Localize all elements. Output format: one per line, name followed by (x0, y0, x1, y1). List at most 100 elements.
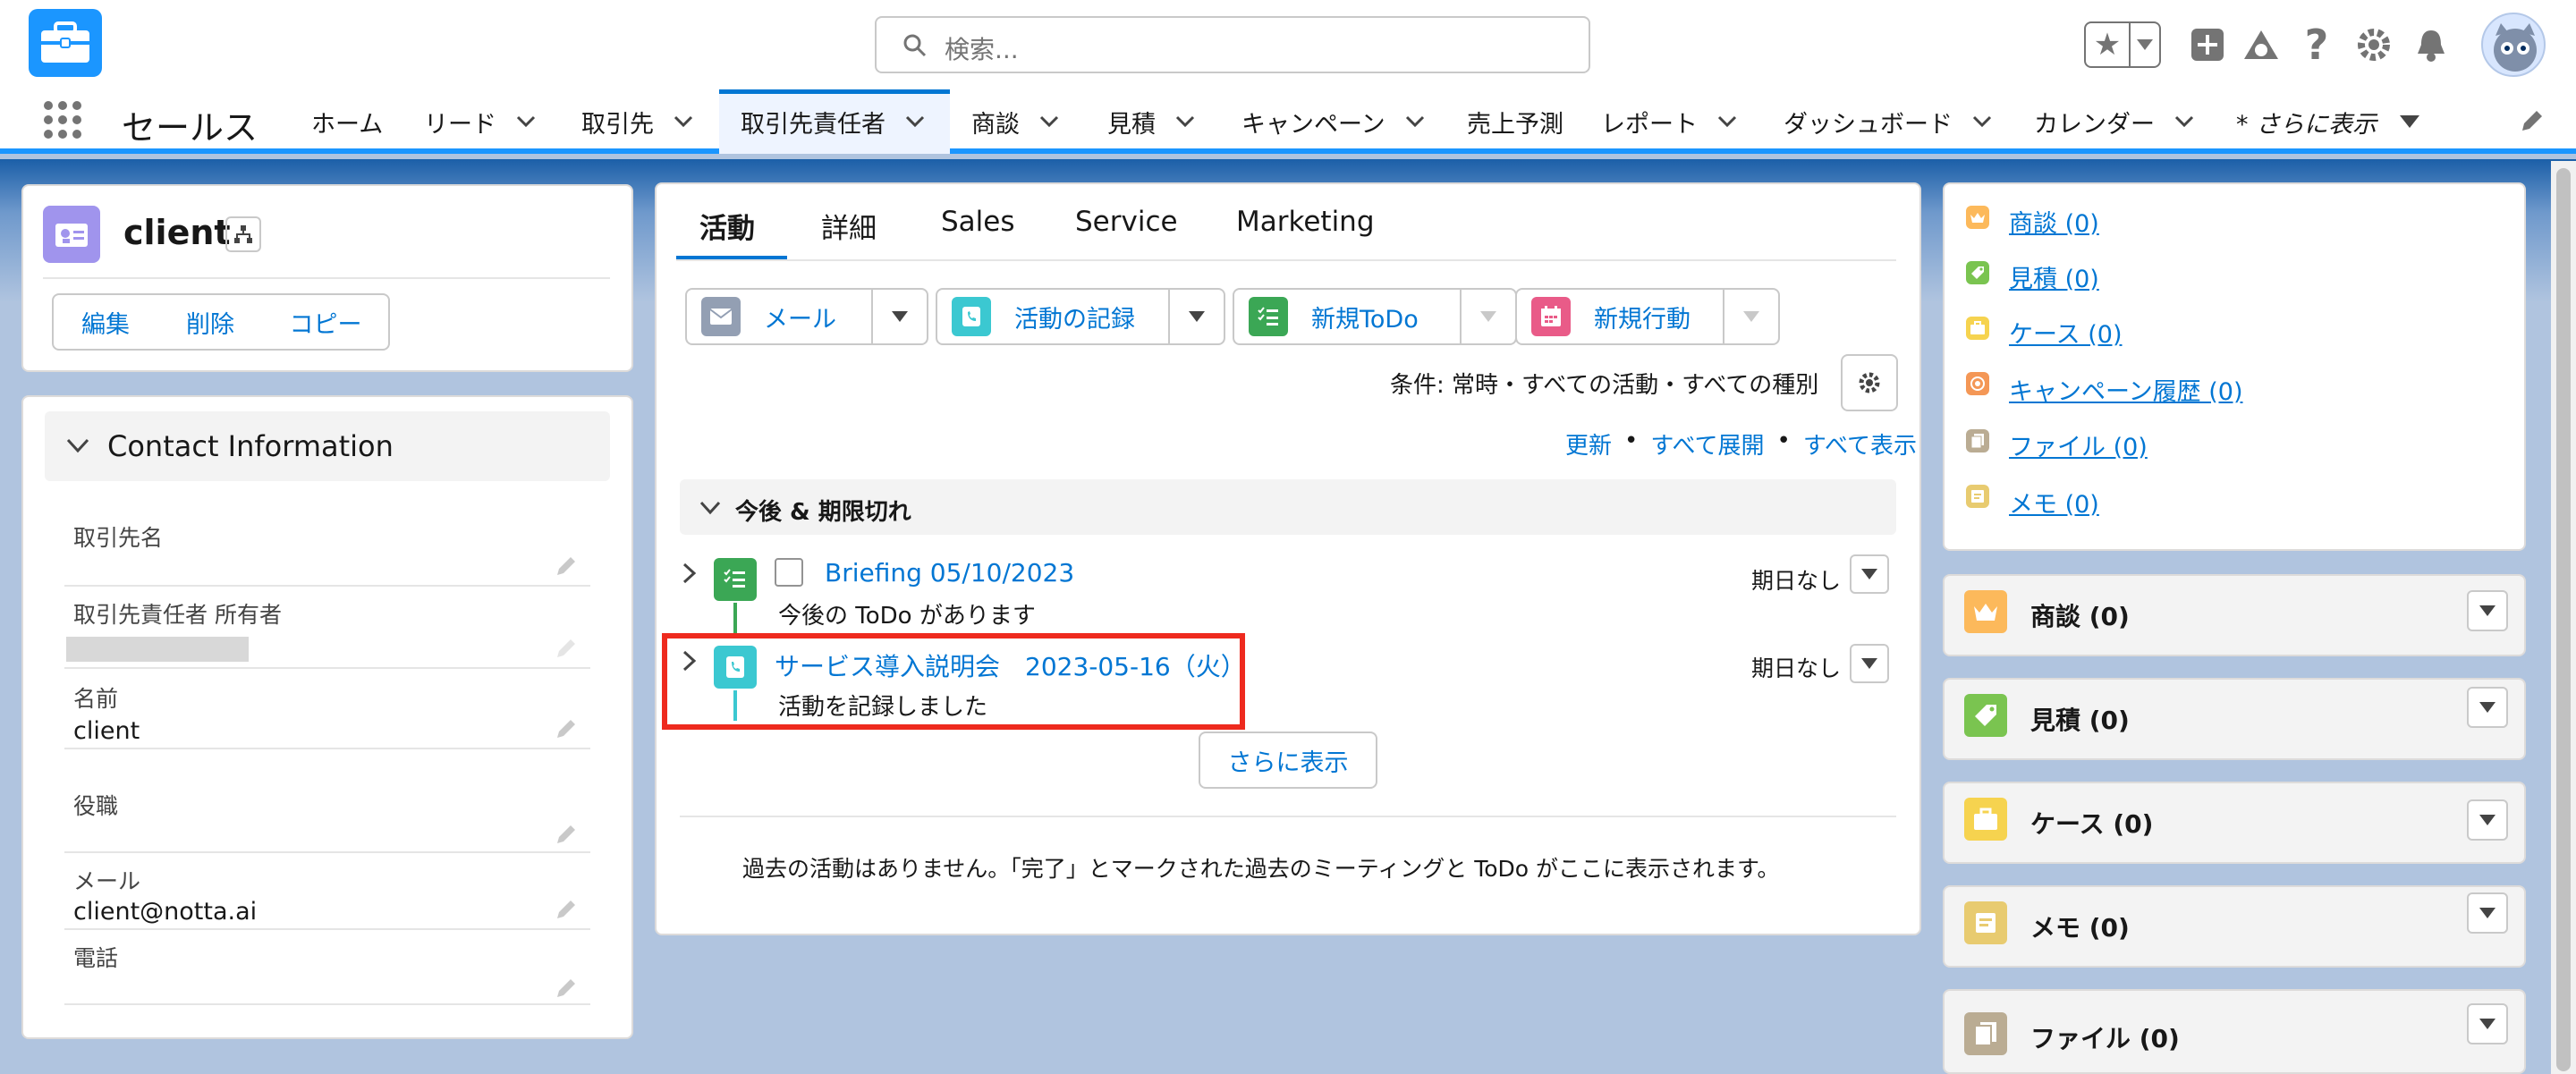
refresh-link[interactable]: 更新 (1565, 427, 1612, 461)
field-divider (64, 667, 590, 669)
delete-button[interactable]: 削除 (157, 293, 265, 351)
chevron-down-icon[interactable] (1717, 115, 1737, 128)
email-action-dropdown[interactable] (871, 290, 927, 343)
expand-chevron-icon[interactable] (682, 649, 698, 672)
log-call-action-button[interactable]: 活動の記録 (936, 288, 1225, 345)
tab-marketing[interactable]: Marketing (1236, 206, 1375, 238)
global-search-input[interactable]: 検索... (875, 16, 1590, 73)
timeline-item-title[interactable]: サービス導入説明会 2023-05-16（火） (775, 647, 1246, 683)
add-icon[interactable] (2182, 20, 2233, 70)
email-action-button[interactable]: メール (685, 288, 928, 345)
nav-item-label: ホーム (311, 110, 384, 139)
nav-more-menu[interactable]: * さらに表示 (2236, 89, 2420, 154)
search-placeholder: 検索... (945, 35, 1019, 64)
related-link-notes[interactable]: メモ (0) (2009, 485, 2099, 520)
related-list-menu[interactable] (2467, 892, 2508, 934)
new-task-action-button[interactable]: 新規ToDo (1233, 288, 1517, 345)
related-link-opportunities[interactable]: 商談 (0) (2009, 204, 2099, 239)
related-link-cases[interactable]: ケース (0) (2009, 315, 2122, 350)
chevron-down-icon[interactable] (674, 115, 693, 128)
chevron-down-icon (699, 501, 721, 515)
favorites-button[interactable]: ★ (2084, 21, 2161, 68)
chevron-down-icon[interactable] (2174, 115, 2194, 128)
chevron-down-icon[interactable] (1405, 115, 1425, 128)
chevron-down-icon[interactable] (1972, 115, 1992, 128)
nav-item-quotes[interactable]: 見積 (1107, 89, 1195, 154)
related-list-title[interactable]: 商談 (0) (2030, 597, 2130, 633)
show-all-link[interactable]: すべて表示 (1803, 427, 1917, 461)
nav-item-contacts[interactable]: 取引先責任者 (741, 89, 925, 154)
hierarchy-button[interactable] (225, 216, 261, 252)
favorites-dropdown-icon[interactable] (2131, 23, 2159, 66)
briefcase-logo-icon[interactable] (29, 9, 102, 77)
favorites-star-icon[interactable]: ★ (2086, 23, 2131, 66)
copy-button[interactable]: コピー (263, 293, 390, 351)
related-link-quotes[interactable]: 見積 (0) (2009, 259, 2099, 294)
tab-sales[interactable]: Sales (941, 206, 1015, 238)
nav-item-home[interactable]: ホーム (311, 89, 383, 154)
timeline-item-menu[interactable] (1850, 644, 1889, 683)
upcoming-section-header[interactable]: 今後 & 期限切れ (680, 479, 1896, 535)
edit-button[interactable]: 編集 (52, 293, 159, 351)
email-link[interactable]: client@notta.ai (73, 898, 257, 926)
expand-chevron-icon[interactable] (682, 562, 698, 585)
tab-service[interactable]: Service (1075, 206, 1178, 238)
filter-settings-button[interactable] (1841, 354, 1898, 411)
nav-item-label: 見積 (1107, 110, 1156, 139)
related-link-campaign-history[interactable]: キャンペーン履歴 (0) (2009, 372, 2242, 407)
related-list-menu[interactable] (2467, 687, 2508, 728)
timeline-connector (733, 603, 737, 633)
trailhead-icon[interactable] (2236, 20, 2286, 70)
help-icon[interactable]: ? (2292, 20, 2342, 70)
upcoming-section-title: 今後 & 期限切れ (735, 499, 911, 526)
nav-item-leads[interactable]: リード (424, 89, 536, 154)
related-list-menu[interactable] (2467, 590, 2508, 631)
setup-gear-icon[interactable] (2349, 20, 2399, 70)
scrollbar-thumb[interactable] (2556, 168, 2571, 1071)
new-task-action-dropdown[interactable] (1460, 290, 1515, 343)
new-event-action-dropdown[interactable] (1723, 290, 1778, 343)
related-list-title[interactable]: ファイル (0) (2030, 1019, 2180, 1055)
nav-item-accounts[interactable]: 取引先 (581, 89, 693, 154)
nav-item-opportunities[interactable]: 商談 (971, 89, 1059, 154)
related-list-title[interactable]: メモ (0) (2030, 909, 2130, 944)
field-label: 役職 (73, 793, 119, 819)
nav-item-forecasts[interactable]: 売上予測 (1467, 89, 1563, 154)
nav-item-label: リード (424, 110, 496, 139)
nav-item-calendar[interactable]: カレンダー (2034, 89, 2194, 154)
section-header[interactable]: Contact Information (45, 411, 610, 481)
file-icon (1966, 429, 1989, 452)
pencil-icon[interactable] (555, 717, 578, 744)
app-launcher-icon[interactable] (43, 100, 82, 140)
related-link-files[interactable]: ファイル (0) (2009, 427, 2148, 462)
nav-item-campaigns[interactable]: キャンペーン (1241, 89, 1425, 154)
chevron-down-icon[interactable] (1175, 115, 1195, 128)
log-call-action-dropdown[interactable] (1168, 290, 1224, 343)
edit-nav-pencil-icon[interactable] (2519, 109, 2544, 138)
related-list-menu[interactable] (2467, 799, 2508, 841)
pencil-icon[interactable] (555, 823, 578, 850)
related-list-title[interactable]: ケース (0) (2030, 805, 2153, 841)
tab-details[interactable]: 詳細 (821, 206, 877, 246)
related-list-menu[interactable] (2467, 1003, 2508, 1044)
page-scrollbar[interactable] (2551, 161, 2576, 1074)
chevron-down-icon[interactable] (516, 115, 536, 128)
chevron-down-icon[interactable] (905, 115, 925, 128)
nav-item-reports[interactable]: レポート (1601, 89, 1737, 154)
expand-all-link[interactable]: すべて展開 (1650, 427, 1764, 461)
user-avatar[interactable] (2481, 13, 2546, 77)
related-list-title[interactable]: 見積 (0) (2030, 701, 2130, 737)
pencil-icon[interactable] (555, 554, 578, 581)
chevron-down-icon[interactable] (1039, 115, 1059, 128)
nav-item-dashboards[interactable]: ダッシュボード (1784, 89, 1992, 154)
notifications-bell-icon[interactable] (2406, 20, 2456, 70)
field-value: client (73, 717, 140, 745)
tab-activity[interactable]: 活動 (699, 206, 755, 246)
show-more-button[interactable]: さらに表示 (1199, 732, 1377, 789)
task-complete-checkbox[interactable] (775, 558, 803, 587)
pencil-icon[interactable] (555, 898, 578, 925)
pencil-icon[interactable] (555, 977, 578, 1003)
timeline-item-menu[interactable] (1850, 554, 1889, 594)
new-event-action-button[interactable]: 新規行動 (1515, 288, 1780, 345)
timeline-item-title[interactable]: Briefing 05/10/2023 (825, 558, 1074, 588)
